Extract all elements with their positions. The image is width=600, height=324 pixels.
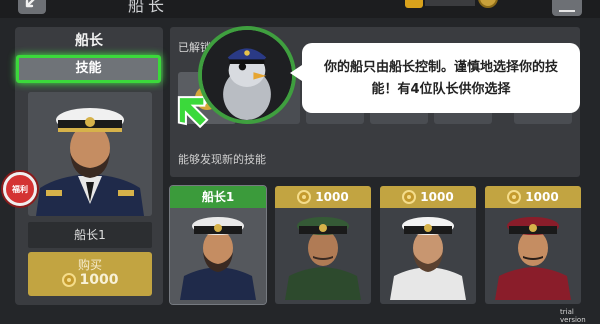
captain-portrait xyxy=(28,92,152,216)
captain-name: 船长1 xyxy=(28,222,152,248)
currency-icon xyxy=(405,0,423,8)
captain-panel-title: 船长 xyxy=(75,33,103,49)
buy-price-row: 1000 xyxy=(28,272,152,288)
captain-portrait xyxy=(285,217,361,300)
menu-button[interactable] xyxy=(552,0,582,16)
captain-price: 1000 xyxy=(525,190,559,204)
buy-price: 1000 xyxy=(79,272,119,288)
captain-card-price: 1000 xyxy=(380,186,476,208)
captain-portrait xyxy=(390,217,466,300)
captain-card-price: 1000 xyxy=(485,186,581,208)
back-arrow-icon xyxy=(25,0,35,8)
page-title: 船长 xyxy=(128,0,169,15)
tab-skills[interactable]: 技能 xyxy=(16,55,161,83)
captain-card-price: 1000 xyxy=(275,186,371,208)
welfare-badge-label: 福利 xyxy=(12,185,28,194)
tutorial-speech-bubble: 你的船只由船长控制。谨慎地选择你的技能！有4位队长供你选择 xyxy=(290,43,580,113)
captain-card[interactable]: 1000 xyxy=(275,186,371,304)
mascot-avatar xyxy=(198,26,296,124)
coin-icon xyxy=(507,190,522,204)
captain-portrait xyxy=(180,217,256,300)
captain-card[interactable]: 船长1 xyxy=(169,185,267,305)
coin-icon xyxy=(61,273,76,287)
currency-bar xyxy=(425,0,475,6)
captain-price: 1000 xyxy=(420,190,454,204)
back-button[interactable] xyxy=(18,0,46,14)
coin-icon xyxy=(402,190,417,204)
coin-icon xyxy=(297,190,312,204)
buy-label: 购买 xyxy=(77,258,102,272)
hamburger-menu-icon xyxy=(559,10,575,12)
buy-button[interactable]: 购买 1000 xyxy=(28,252,152,296)
captain-card[interactable]: 1000 xyxy=(485,186,581,304)
top-bar xyxy=(0,0,600,18)
captain-card[interactable]: 1000 xyxy=(380,186,476,304)
captain-price: 1000 xyxy=(315,190,349,204)
tutorial-message: 你的船只由船长控制。谨慎地选择你的技能！有4位队长供你选择 xyxy=(323,60,558,97)
watermark: trial version xyxy=(560,308,586,324)
captain-portrait xyxy=(495,217,571,300)
discover-skills-label: 能够发现新的技能 xyxy=(178,153,266,166)
captain-card-title: 船长1 xyxy=(170,186,266,208)
welfare-badge[interactable]: 福利 xyxy=(3,172,37,206)
